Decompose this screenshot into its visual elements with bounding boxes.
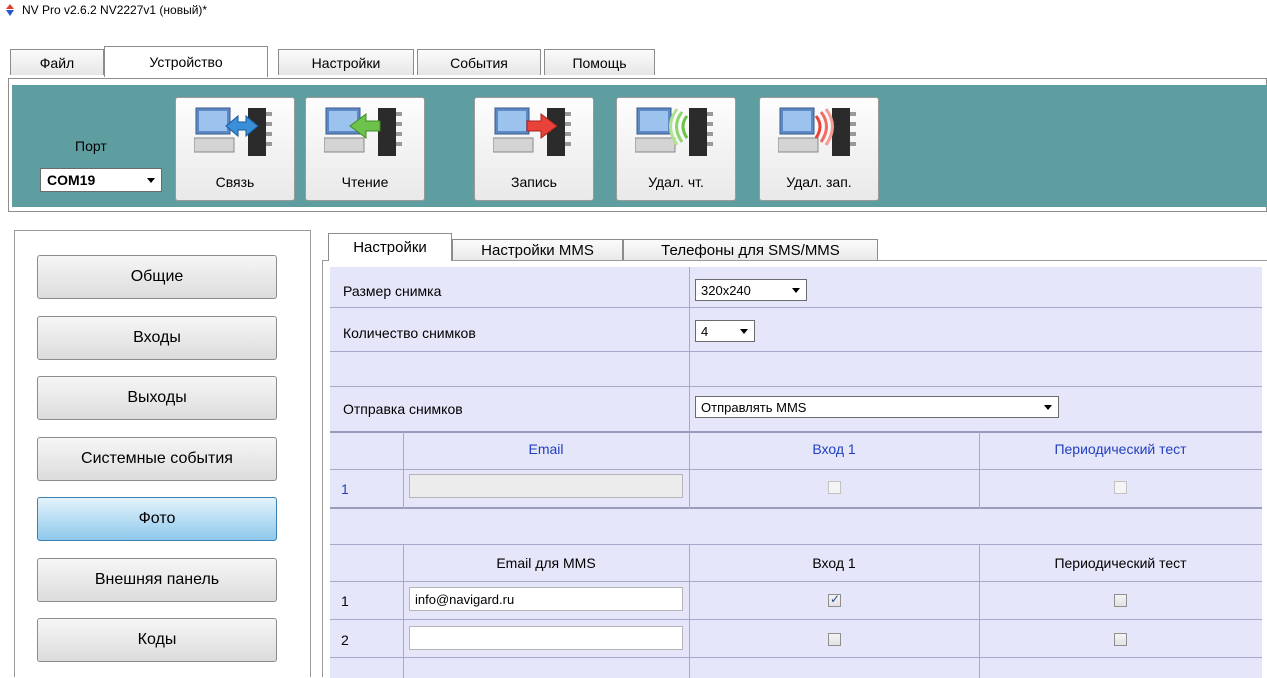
- periodic-test-column-header: Периодический тест: [1054, 441, 1187, 457]
- port-select[interactable]: COM19: [40, 168, 162, 192]
- grid-divider: [330, 657, 1262, 658]
- email-input1-checkbox[interactable]: [828, 481, 841, 494]
- write-icon: [493, 107, 571, 156]
- tab-settings[interactable]: Настройки: [328, 233, 452, 261]
- input1-column-header: Вход 1: [812, 441, 856, 457]
- photo-size-label: Размер снимка: [343, 283, 442, 299]
- remote-read-icon: [635, 107, 713, 156]
- mms-periodic-column-header: Периодический тест: [1054, 555, 1187, 571]
- photo-send-label: Отправка снимков: [343, 401, 463, 417]
- mms-input1-checkbox[interactable]: [828, 592, 841, 607]
- grid-divider: [330, 619, 1262, 620]
- port-label: Порт: [75, 138, 107, 154]
- sidebar-item-codes[interactable]: Коды: [37, 618, 277, 662]
- remote-write-button[interactable]: Удал. зап.: [759, 97, 879, 201]
- grid-divider: [330, 307, 1262, 308]
- read-button[interactable]: Чтение: [305, 97, 425, 201]
- window-title: NV Pro v2.6.2 NV2227v1 (новый)*: [22, 2, 208, 17]
- grid-divider: [330, 544, 1262, 545]
- remote-read-button[interactable]: Удал. чт.: [616, 97, 736, 201]
- port-value: COM19: [47, 172, 96, 188]
- photo-count-select[interactable]: 4: [695, 320, 755, 342]
- photo-send-select[interactable]: Отправлять MMS: [695, 396, 1059, 418]
- menu-bar: Файл Устройство Настройки События Помощь: [0, 19, 1267, 79]
- connect-button-label: Связь: [215, 174, 255, 190]
- menu-tab-settings[interactable]: Настройки: [278, 49, 414, 75]
- sidebar-item-external-panel[interactable]: Внешняя панель: [37, 558, 277, 602]
- remote-write-icon: [778, 107, 856, 156]
- sidebar-item-outputs[interactable]: Выходы: [37, 376, 277, 420]
- menu-tab-events[interactable]: События: [417, 49, 541, 75]
- title-bar: NV Pro v2.6.2 NV2227v1 (новый)*: [0, 0, 1267, 19]
- mms-periodic-checkbox[interactable]: [1114, 633, 1127, 646]
- mms-email-field[interactable]: [409, 626, 683, 650]
- menu-tab-help[interactable]: Помощь: [544, 49, 655, 75]
- tab-sms-mms-phones[interactable]: Телефоны для SMS/MMS: [623, 239, 878, 261]
- app-logo-icon: [4, 3, 16, 17]
- chevron-down-icon: [740, 329, 748, 334]
- mms-email-column-header: Email для MMS: [496, 555, 596, 571]
- chevron-down-icon: [792, 288, 800, 293]
- remote-write-button-label: Удал. зап.: [786, 174, 852, 190]
- email-periodic-checkbox[interactable]: [1114, 481, 1127, 494]
- menu-tab-file[interactable]: Файл: [10, 49, 104, 75]
- photo-send-value: Отправлять MMS: [701, 399, 807, 415]
- mms-row-number: 1: [341, 593, 349, 609]
- read-button-label: Чтение: [341, 174, 389, 190]
- photo-settings-content: Размер снимка 320x240 Количество снимков…: [322, 260, 1267, 678]
- grid-divider: [330, 581, 1262, 582]
- grid-divider: [330, 351, 1262, 352]
- sidebar-item-system-events[interactable]: Системные события: [37, 437, 277, 481]
- mms-input1-checkbox[interactable]: [828, 633, 841, 646]
- write-button[interactable]: Запись: [474, 97, 594, 201]
- chevron-down-icon: [1044, 405, 1052, 410]
- mms-row-number: 2: [341, 632, 349, 648]
- chevron-down-icon: [147, 178, 155, 183]
- mms-periodic-checkbox[interactable]: [1114, 594, 1127, 607]
- menu-tab-device[interactable]: Устройство: [104, 46, 268, 77]
- grid-divider: [330, 386, 1262, 387]
- grid-divider: [689, 267, 690, 431]
- grid-divider: [330, 469, 1262, 470]
- email-field[interactable]: [409, 474, 683, 498]
- tab-mms-settings[interactable]: Настройки MMS: [452, 239, 623, 261]
- mms-input1-column-header: Вход 1: [812, 555, 856, 571]
- photo-count-value: 4: [701, 323, 709, 339]
- connect-icon: [194, 107, 272, 156]
- sidebar-item-general[interactable]: Общие: [37, 255, 277, 299]
- photo-size-value: 320x240: [701, 282, 751, 298]
- write-button-label: Запись: [511, 174, 557, 190]
- connect-button[interactable]: Связь: [175, 97, 295, 201]
- read-icon: [324, 107, 402, 156]
- remote-read-button-label: Удал. чт.: [648, 174, 704, 190]
- email-column-header: Email: [528, 441, 564, 457]
- grid-divider: [330, 507, 1262, 509]
- sidebar-item-photo[interactable]: Фото: [37, 497, 277, 541]
- email-row-number: 1: [341, 481, 349, 497]
- sidebar-item-inputs[interactable]: Входы: [37, 316, 277, 360]
- mms-email-field[interactable]: info@navigard.ru: [409, 587, 683, 611]
- photo-size-select[interactable]: 320x240: [695, 279, 807, 301]
- photo-count-label: Количество снимков: [343, 325, 476, 341]
- grid-divider: [330, 431, 1262, 433]
